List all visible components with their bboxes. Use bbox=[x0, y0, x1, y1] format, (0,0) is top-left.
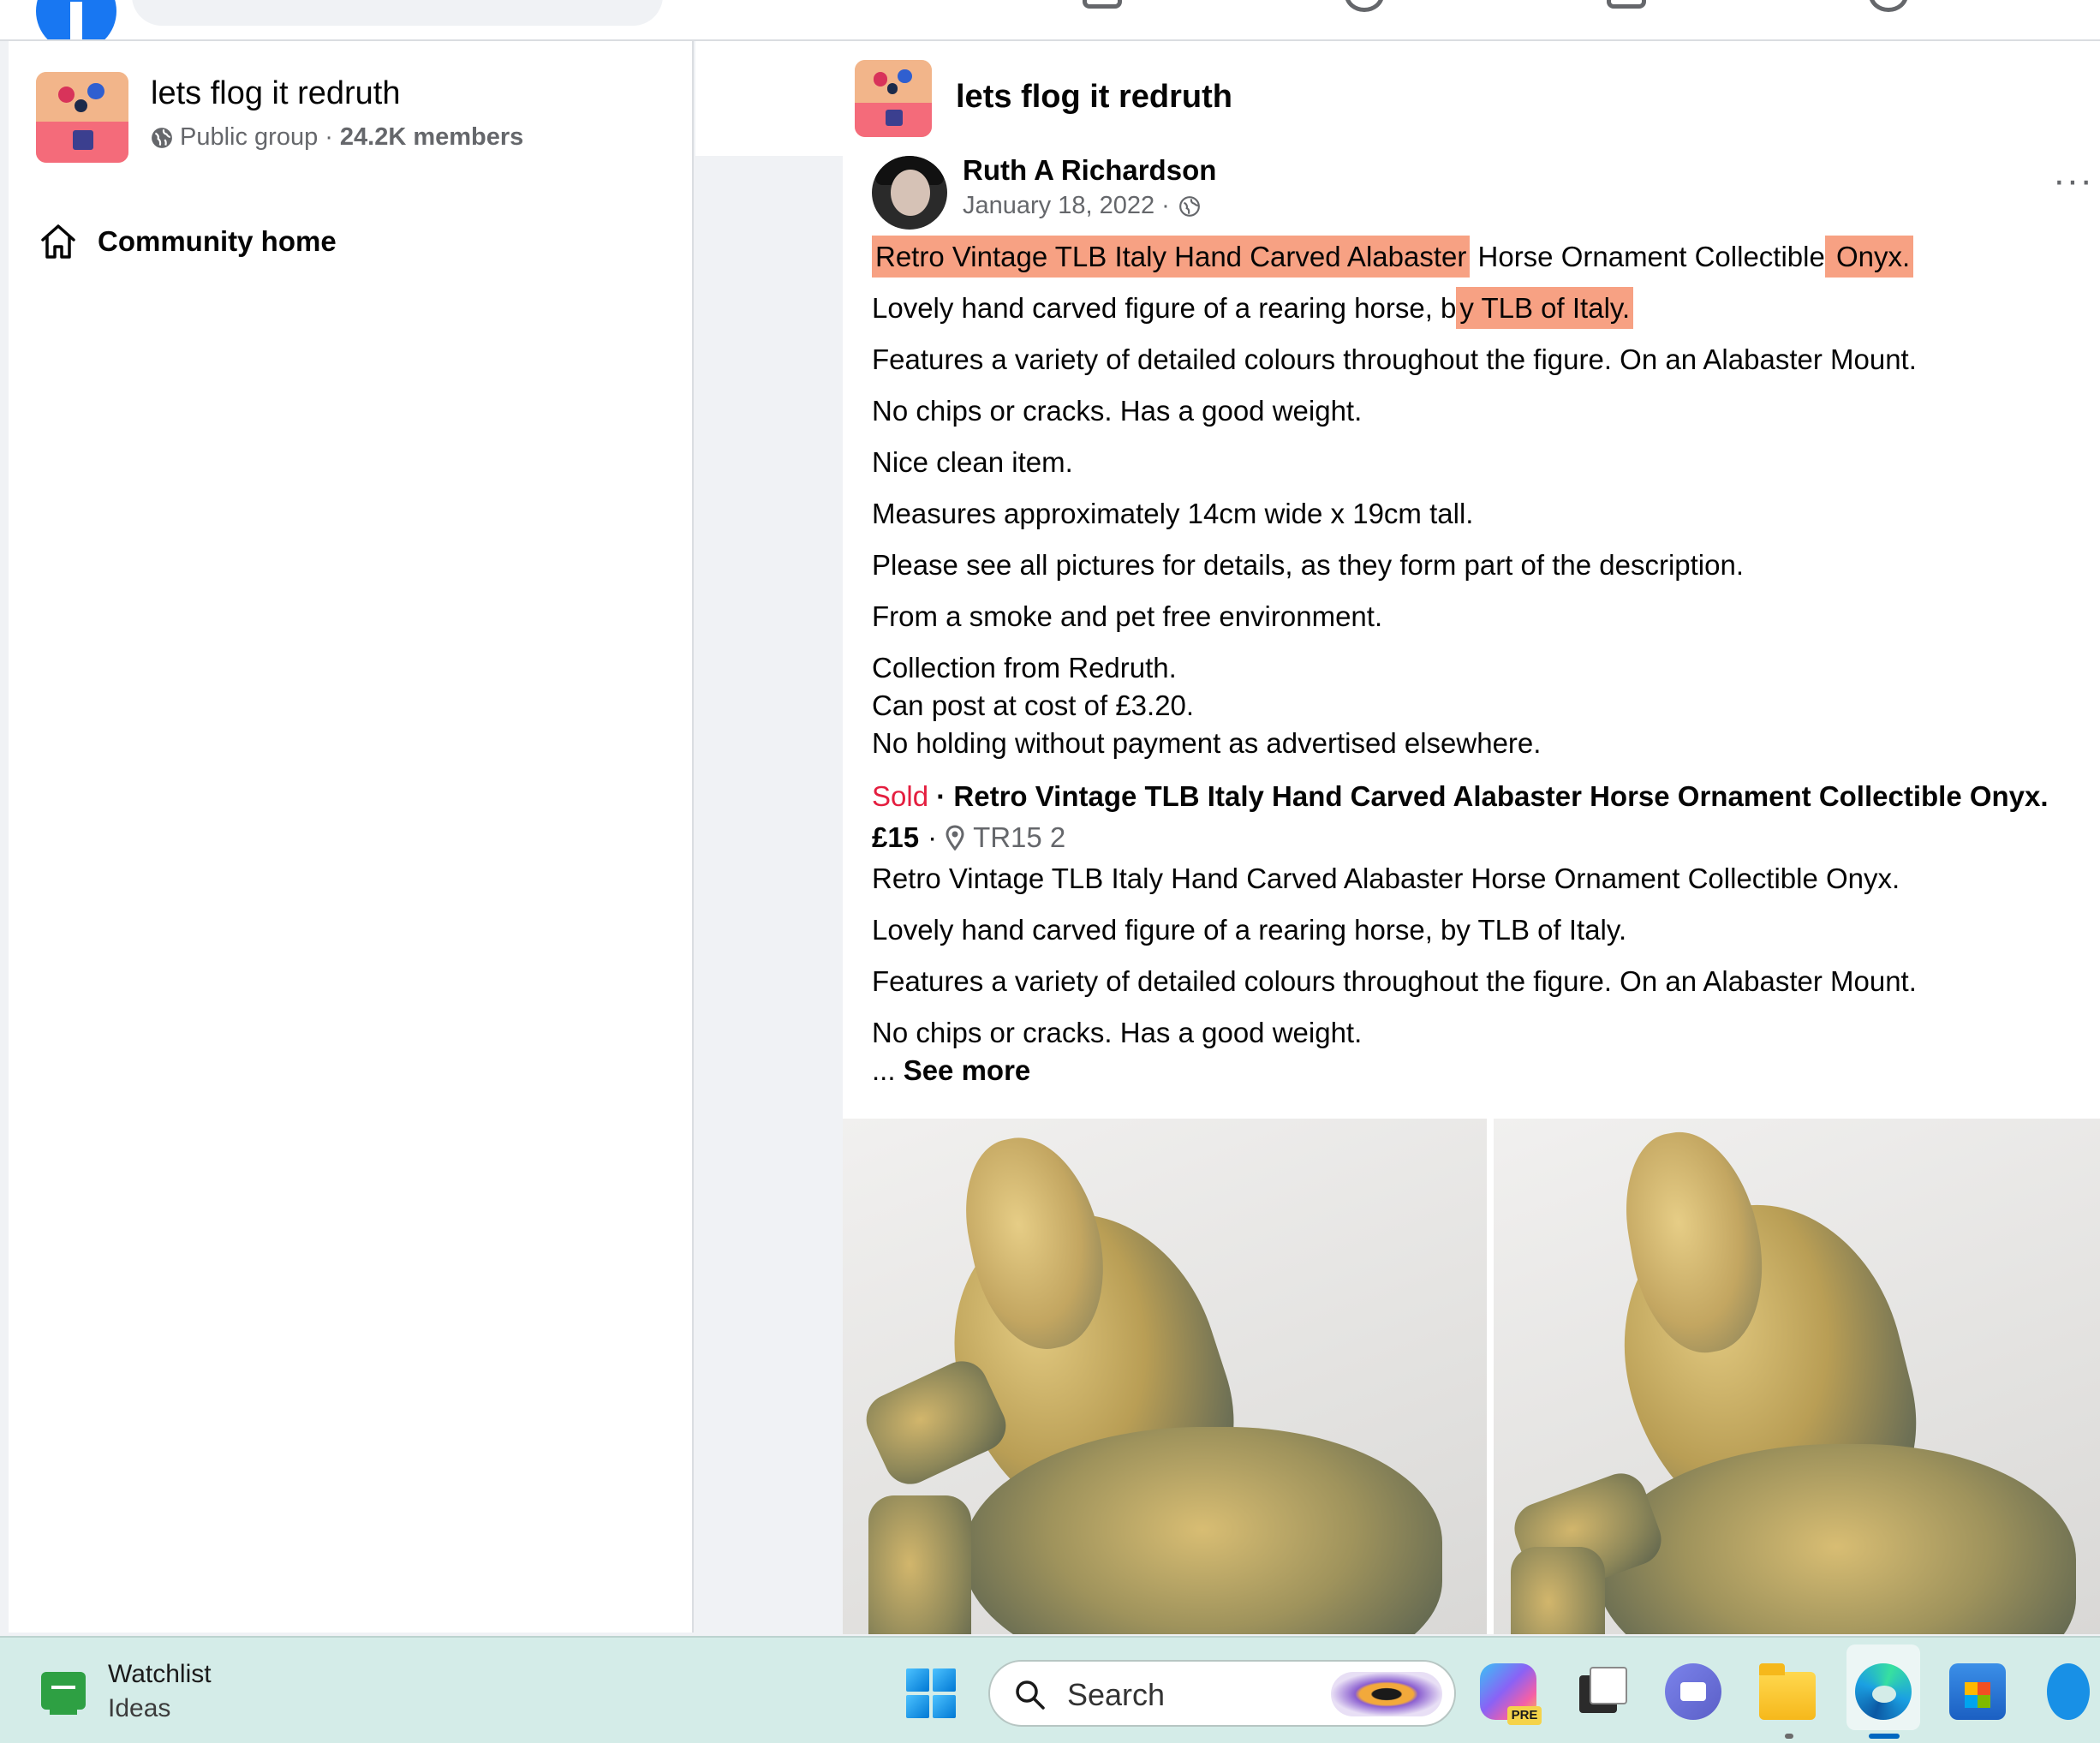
group-privacy: Public group bbox=[180, 123, 319, 151]
group-cover-thumbnail[interactable] bbox=[36, 72, 128, 163]
taskbar-search-label: Search bbox=[1067, 1677, 1166, 1712]
post-line: No chips or cracks. Has a good weight. bbox=[872, 395, 1363, 427]
highlight-title: Retro Vintage TLB Italy Hand Carved Alab… bbox=[872, 236, 1471, 278]
listing-price-line: £15 · TR15 2 bbox=[872, 819, 2088, 857]
listing-separator: · bbox=[928, 780, 954, 812]
post-line-maker: Lovely hand carved figure of a rearing h… bbox=[872, 287, 2088, 329]
meta-separator: · bbox=[325, 123, 333, 151]
listing-price: £15 bbox=[872, 821, 920, 853]
preview-badge: PRE bbox=[1507, 1706, 1542, 1725]
post-line: Measures approximately 14cm wide x 19cm … bbox=[872, 498, 1474, 529]
profile-icon[interactable] bbox=[1869, 0, 1908, 12]
post-photo[interactable] bbox=[1494, 1119, 2100, 1634]
highlight-onyx: Onyx. bbox=[1824, 236, 1914, 278]
post-line: From a smoke and pet free environment. bbox=[872, 600, 1383, 632]
groups-icon[interactable] bbox=[1607, 0, 1646, 9]
post-timestamp[interactable]: January 18, 2022 · bbox=[963, 192, 1201, 220]
facebook-search-input[interactable] bbox=[132, 0, 663, 26]
listing-description-line: Lovely hand carved figure of a rearing h… bbox=[872, 914, 1627, 946]
task-view-icon[interactable] bbox=[1572, 1663, 1629, 1720]
see-more-prefix: ... bbox=[872, 1054, 904, 1086]
group-name-link[interactable]: lets flog it redruth bbox=[151, 75, 400, 112]
group-member-count[interactable]: 24.2K members bbox=[340, 123, 523, 152]
group-header-thumbnail[interactable] bbox=[855, 60, 932, 137]
horse-figurine-image bbox=[1494, 1119, 2100, 1634]
author-avatar[interactable] bbox=[872, 156, 947, 230]
post-line: Nice clean item. bbox=[872, 446, 1073, 478]
search-highlight-icon bbox=[1331, 1672, 1442, 1716]
meet-icon[interactable] bbox=[1665, 1663, 1721, 1720]
listing-description-line: Retro Vintage TLB Italy Hand Carved Alab… bbox=[872, 863, 1900, 894]
globe-icon bbox=[1178, 195, 1200, 217]
search-icon bbox=[1016, 1680, 1045, 1710]
listing-location: TR15 2 bbox=[973, 821, 1066, 853]
post-line: Please see all pictures for details, as … bbox=[872, 549, 1745, 581]
author-name[interactable]: Ruth A Richardson bbox=[963, 156, 1216, 187]
marketplace-icon[interactable] bbox=[1083, 0, 1122, 9]
widget-title[interactable]: Watchlist bbox=[108, 1660, 212, 1689]
stocks-widget-icon[interactable] bbox=[41, 1668, 92, 1715]
group-header-title[interactable]: lets flog it redruth bbox=[956, 79, 1232, 116]
sidebar-item-label: Community home bbox=[98, 225, 337, 257]
globe-icon bbox=[152, 127, 172, 148]
home-icon bbox=[41, 224, 75, 259]
copilot-icon[interactable]: PRE bbox=[1480, 1663, 1542, 1725]
widget-subtitle[interactable]: Ideas bbox=[108, 1694, 170, 1723]
post-date-text: January 18, 2022 · bbox=[963, 192, 1170, 219]
title-middle: Horse Ornament Collectible bbox=[1470, 241, 1825, 272]
see-more-line: ... See more bbox=[872, 1052, 2088, 1089]
top-navigation-bar bbox=[0, 0, 2100, 41]
app-open-indicator bbox=[1785, 1734, 1793, 1739]
post-line: Can post at cost of £3.20. bbox=[872, 689, 1195, 721]
post-photo[interactable] bbox=[843, 1119, 1487, 1634]
active-app-indicator bbox=[1869, 1734, 1900, 1739]
listing-title-line: Sold · Retro Vintage TLB Italy Hand Carv… bbox=[872, 778, 2088, 815]
maker-prefix: Lovely hand carved figure of a rearing h… bbox=[872, 292, 1457, 324]
post-line: Collection from Redruth. bbox=[872, 652, 1177, 683]
sold-badge: Sold bbox=[872, 780, 929, 812]
file-explorer-icon[interactable] bbox=[1759, 1663, 1816, 1720]
taskbar-search-box[interactable]: Search bbox=[988, 1660, 1456, 1727]
facebook-logo-icon[interactable] bbox=[36, 0, 116, 39]
highlight-maker: y TLB of Italy. bbox=[1456, 287, 1634, 329]
post-card: Ruth A Richardson January 18, 2022 · ···… bbox=[843, 156, 2100, 1634]
group-meta: Public group · 24.2K members bbox=[151, 123, 523, 152]
edge-icon[interactable] bbox=[1855, 1663, 1912, 1720]
start-icon[interactable] bbox=[906, 1668, 956, 1718]
post-line-title: Retro Vintage TLB Italy Hand Carved Alab… bbox=[872, 236, 2088, 278]
price-separator: · bbox=[928, 821, 938, 853]
sidebar-item-community-home[interactable]: Community home bbox=[38, 221, 337, 262]
location-pin-icon bbox=[946, 825, 964, 851]
post-line: Features a variety of detailed colours t… bbox=[872, 343, 1917, 375]
app-icon[interactable] bbox=[2047, 1663, 2090, 1720]
video-icon[interactable] bbox=[1345, 0, 1384, 12]
horse-figurine-image bbox=[843, 1119, 1487, 1634]
windows-taskbar: Watchlist Ideas Search PRE bbox=[0, 1636, 2100, 1743]
see-more-link[interactable]: See more bbox=[904, 1054, 1031, 1086]
post-line: No holding without payment as advertised… bbox=[872, 727, 1542, 759]
group-sidebar: lets flog it redruth Public group · 24.2… bbox=[9, 41, 694, 1633]
post-options-button[interactable]: ··· bbox=[2053, 162, 2093, 200]
listing-description-line: Features a variety of detailed colours t… bbox=[872, 965, 1917, 997]
post-photo-grid bbox=[843, 1119, 2100, 1634]
listing-title[interactable]: Retro Vintage TLB Italy Hand Carved Alab… bbox=[953, 780, 2048, 812]
listing-description-line: No chips or cracks. Has a good weight. bbox=[872, 1017, 1363, 1048]
store-icon[interactable] bbox=[1949, 1663, 2006, 1720]
group-header: lets flog it redruth bbox=[695, 41, 2100, 156]
